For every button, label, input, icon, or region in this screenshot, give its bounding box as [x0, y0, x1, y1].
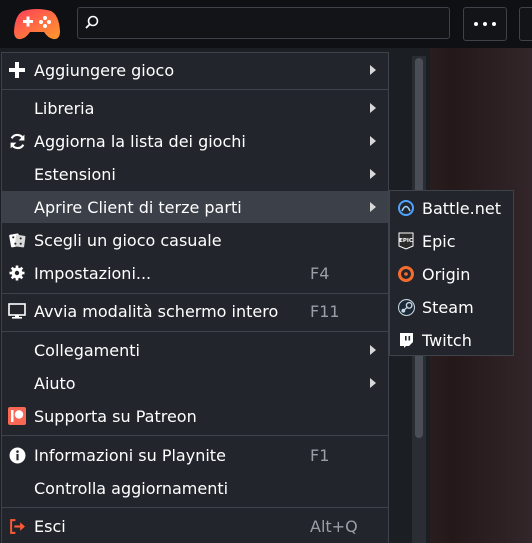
menu-separator	[2, 435, 388, 436]
menu-item-label: Aggiungere gioco	[34, 60, 175, 80]
shortcut-label: F4	[310, 263, 330, 283]
submenu-item-twitch[interactable]: Twitch	[390, 324, 513, 356]
exit-icon	[7, 516, 27, 536]
chevron-right-icon	[370, 136, 376, 146]
menu-item-links[interactable]: Collegamenti	[2, 334, 388, 366]
chevron-right-icon	[370, 345, 376, 355]
menu-item-check-updates[interactable]: Controlla aggiornamenti	[2, 472, 388, 504]
submenu-item-epic[interactable]: EPIC Epic	[390, 225, 513, 257]
shortcut-label: Alt+Q	[310, 516, 358, 536]
menu-item-help[interactable]: Aiuto	[2, 367, 388, 399]
submenu-item-label: Steam	[422, 297, 474, 317]
menu-separator	[2, 293, 388, 294]
submenu-item-label: Origin	[422, 264, 471, 284]
menu-item-settings[interactable]: Impostazioni... F4	[2, 257, 388, 289]
shortcut-label: F1	[310, 445, 330, 465]
monitor-icon	[7, 301, 27, 321]
shortcut-label: F11	[310, 301, 340, 321]
menu-item-library[interactable]: Libreria	[2, 92, 388, 124]
menu-item-label: Estensioni	[34, 164, 116, 184]
menu-item-label: Impostazioni...	[34, 263, 152, 283]
menu-item-label: Esci	[34, 516, 66, 536]
patreon-icon	[7, 406, 27, 426]
dice-icon	[7, 230, 27, 250]
third-party-clients-submenu: Battle.net EPIC Epic Origin Steam Twitch	[389, 190, 514, 356]
submenu-item-label: Twitch	[422, 330, 472, 350]
info-icon	[7, 445, 27, 465]
submenu-item-steam[interactable]: Steam	[390, 291, 513, 323]
submenu-item-label: Epic	[422, 231, 456, 251]
menu-item-label: Avvia modalità schermo intero	[34, 301, 279, 321]
chevron-right-icon	[370, 103, 376, 113]
menu-item-label: Aprire Client di terze parti	[34, 197, 242, 217]
search-icon	[84, 15, 100, 35]
svg-text:EPIC: EPIC	[399, 238, 413, 244]
menu-item-patreon[interactable]: Supporta su Patreon	[2, 400, 388, 432]
chevron-right-icon	[370, 202, 376, 212]
menu-separator	[2, 331, 388, 332]
menu-item-about[interactable]: Informazioni su Playnite F1	[2, 439, 388, 471]
menu-item-update-games[interactable]: Aggiorna la lista dei giochi	[2, 125, 388, 157]
menu-item-label: Collegamenti	[34, 340, 140, 360]
origin-icon	[396, 264, 416, 284]
playnite-logo-icon[interactable]	[13, 7, 61, 41]
dot-icon	[483, 22, 487, 26]
menu-item-third-party-clients[interactable]: Aprire Client di terze parti	[2, 191, 388, 223]
menu-item-label: Supporta su Patreon	[34, 406, 197, 426]
menu-item-label: Informazioni su Playnite	[34, 445, 226, 465]
steam-icon	[396, 297, 416, 317]
refresh-icon	[7, 131, 27, 151]
menu-item-random-game[interactable]: Scegli un gioco casuale	[2, 224, 388, 256]
menu-item-label: Controlla aggiornamenti	[34, 478, 229, 498]
menu-item-label: Aiuto	[34, 373, 76, 393]
chevron-right-icon	[370, 65, 376, 75]
menu-item-fullscreen[interactable]: Avvia modalità schermo intero F11	[2, 295, 388, 327]
menu-item-label: Libreria	[34, 98, 95, 118]
menu-separator	[2, 507, 388, 508]
twitch-icon	[396, 330, 416, 350]
epic-icon: EPIC	[396, 231, 416, 251]
dot-icon	[474, 22, 478, 26]
more-options-button[interactable]	[463, 7, 507, 41]
top-bar	[0, 0, 532, 48]
menu-item-extensions[interactable]: Estensioni	[2, 158, 388, 190]
menu-item-label: Scegli un gioco casuale	[34, 230, 222, 250]
chevron-right-icon	[370, 378, 376, 388]
submenu-item-label: Battle.net	[422, 198, 501, 218]
dot-icon	[492, 22, 496, 26]
main-menu: Aggiungere gioco Libreria Aggiorna la li…	[1, 52, 389, 543]
menu-item-label: Aggiorna la lista dei giochi	[34, 131, 246, 151]
menu-item-add-game[interactable]: Aggiungere gioco	[2, 54, 388, 86]
submenu-item-battlenet[interactable]: Battle.net	[390, 192, 513, 224]
window-button[interactable]	[519, 7, 532, 41]
submenu-item-origin[interactable]: Origin	[390, 258, 513, 290]
gear-icon	[7, 263, 27, 283]
menu-item-exit[interactable]: Esci Alt+Q	[2, 510, 388, 542]
plus-icon	[7, 60, 27, 80]
menu-separator	[2, 89, 388, 90]
search-input[interactable]	[77, 7, 450, 39]
battlenet-icon	[396, 198, 416, 218]
chevron-right-icon	[370, 169, 376, 179]
